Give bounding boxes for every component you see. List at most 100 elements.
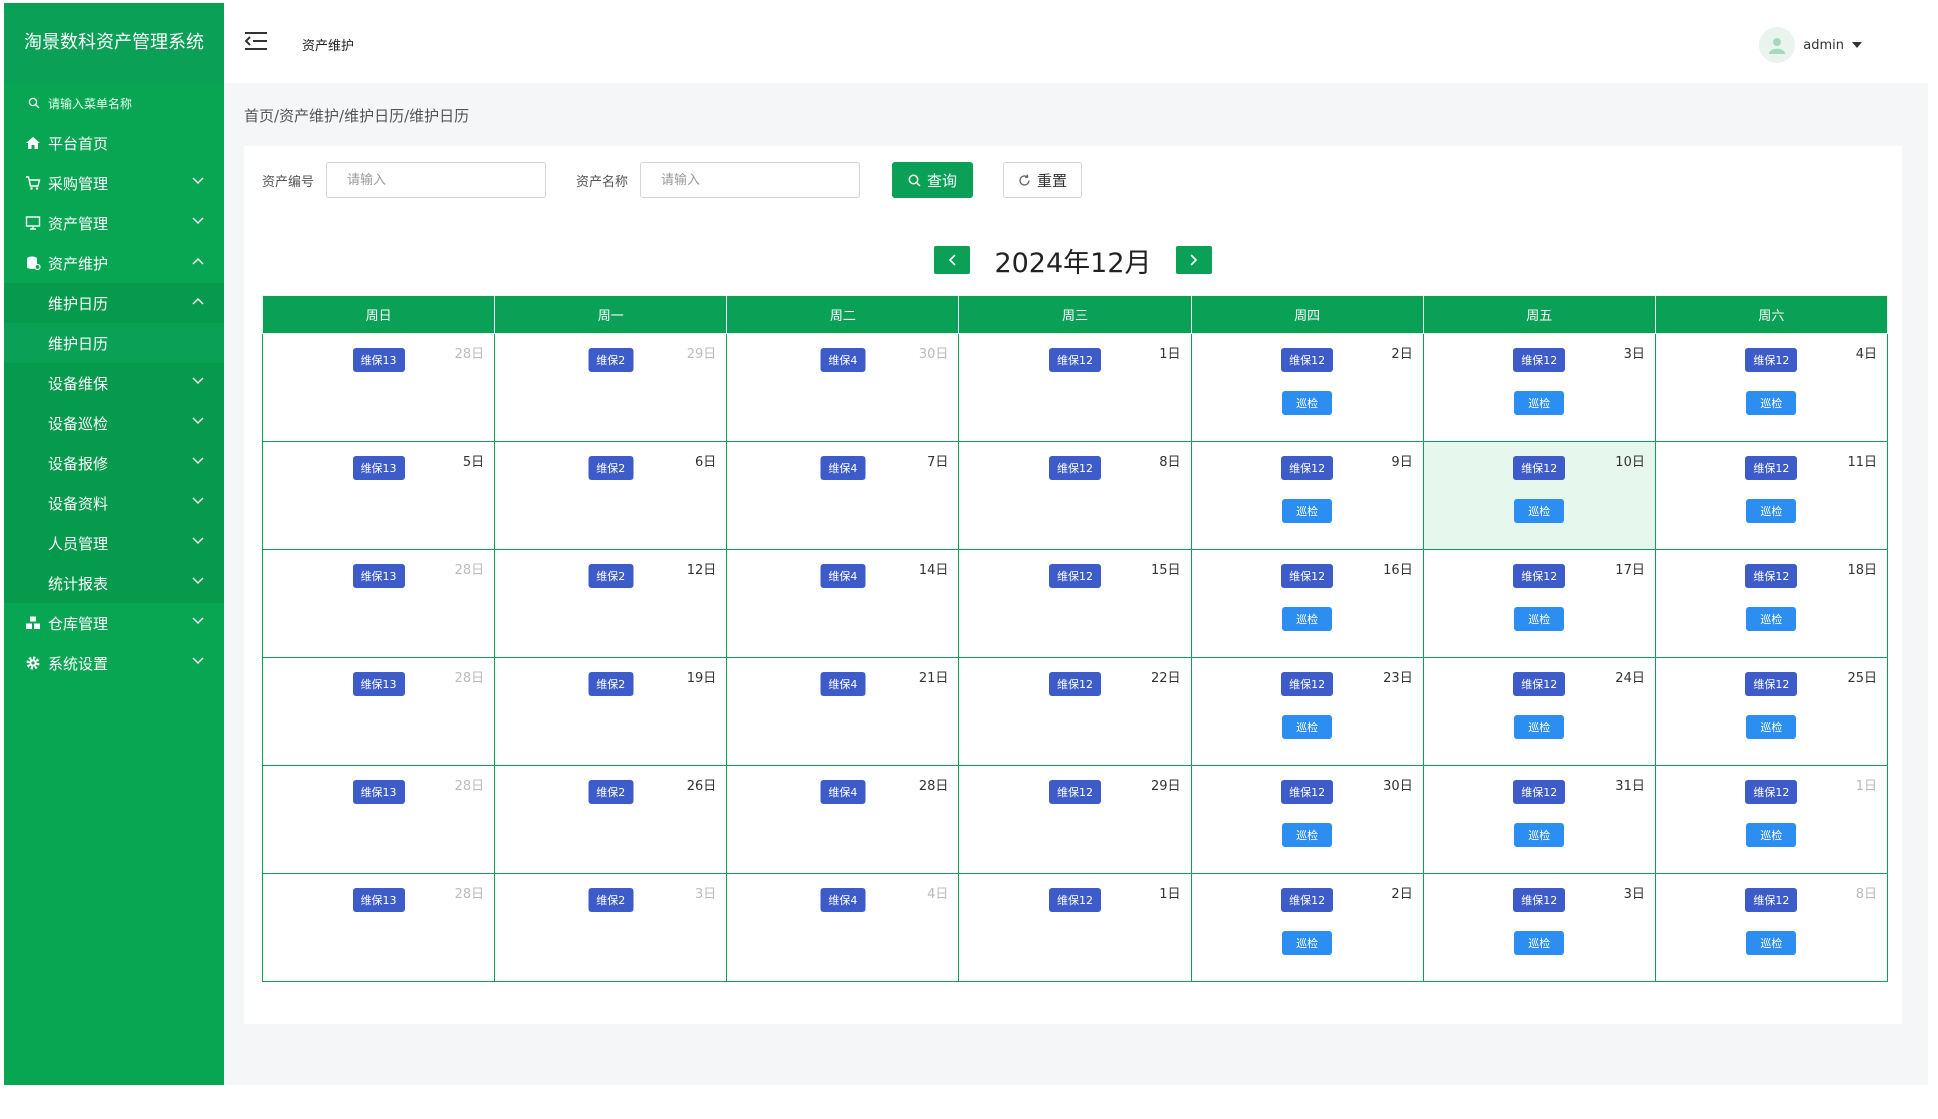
maintenance-event-badge[interactable]: 维保12 bbox=[1048, 456, 1101, 480]
maintenance-event-badge[interactable]: 维保4 bbox=[820, 780, 866, 804]
maintenance-event-badge[interactable]: 维保12 bbox=[1745, 348, 1798, 372]
maintenance-event-badge[interactable]: 维保4 bbox=[820, 672, 866, 696]
inspection-event-badge[interactable]: 巡检 bbox=[1282, 715, 1333, 739]
inspection-event-badge[interactable]: 巡检 bbox=[1746, 607, 1797, 631]
inspection-event-badge[interactable]: 巡检 bbox=[1514, 931, 1565, 955]
menu-collapse-icon[interactable] bbox=[244, 31, 268, 51]
maintenance-event-badge[interactable]: 维保12 bbox=[1048, 672, 1101, 696]
next-month-button[interactable] bbox=[1175, 246, 1212, 274]
calendar-day-cell[interactable]: 2日 维保12 巡检 bbox=[1190, 333, 1424, 442]
inspection-event-badge[interactable]: 巡检 bbox=[1282, 931, 1333, 955]
calendar-day-cell[interactable]: 6日 维保2 bbox=[494, 441, 728, 550]
maintenance-event-badge[interactable]: 维保12 bbox=[1513, 672, 1566, 696]
maintenance-event-badge[interactable]: 维保12 bbox=[1281, 564, 1334, 588]
inspection-event-badge[interactable]: 巡检 bbox=[1746, 715, 1797, 739]
maintenance-event-badge[interactable]: 维保12 bbox=[1048, 780, 1101, 804]
calendar-day-cell[interactable]: 8日 维保12 巡检 bbox=[1654, 873, 1889, 982]
calendar-day-cell[interactable]: 28日 维保4 bbox=[726, 765, 960, 874]
maintenance-event-badge[interactable]: 维保2 bbox=[588, 456, 634, 480]
calendar-day-cell[interactable]: 15日 维保12 bbox=[958, 549, 1192, 658]
calendar-day-cell[interactable]: 19日 维保2 bbox=[494, 657, 728, 766]
maintenance-event-badge[interactable]: 维保13 bbox=[352, 780, 405, 804]
maintenance-event-badge[interactable]: 维保2 bbox=[588, 780, 634, 804]
inspection-event-badge[interactable]: 巡检 bbox=[1514, 499, 1565, 523]
maintenance-event-badge[interactable]: 维保13 bbox=[352, 564, 405, 588]
calendar-day-cell[interactable]: 11日 维保12 巡检 bbox=[1654, 441, 1889, 550]
calendar-day-cell[interactable]: 1日 维保12 bbox=[958, 873, 1192, 982]
maintenance-event-badge[interactable]: 维保4 bbox=[820, 456, 866, 480]
sidebar-item-purchase[interactable]: 采购管理 bbox=[4, 163, 224, 203]
sidebar-item-inspection[interactable]: 设备巡检 bbox=[4, 403, 224, 443]
maintenance-event-badge[interactable]: 维保12 bbox=[1745, 780, 1798, 804]
calendar-day-cell[interactable]: 29日 维保12 bbox=[958, 765, 1192, 874]
maintenance-event-badge[interactable]: 维保12 bbox=[1281, 780, 1334, 804]
inspection-event-badge[interactable]: 巡检 bbox=[1514, 715, 1565, 739]
calendar-day-cell[interactable]: 7日 维保4 bbox=[726, 441, 960, 550]
calendar-day-cell[interactable]: 29日 维保2 bbox=[494, 333, 728, 442]
calendar-day-cell[interactable]: 17日 维保12 巡检 bbox=[1422, 549, 1656, 658]
maintenance-event-badge[interactable]: 维保12 bbox=[1745, 456, 1798, 480]
maintenance-event-badge[interactable]: 维保12 bbox=[1513, 456, 1566, 480]
maintenance-event-badge[interactable]: 维保12 bbox=[1281, 348, 1334, 372]
reset-button[interactable]: 重置 bbox=[1003, 162, 1083, 198]
maintenance-event-badge[interactable]: 维保13 bbox=[352, 348, 405, 372]
calendar-day-cell[interactable]: 28日 维保13 bbox=[261, 333, 496, 442]
maintenance-event-badge[interactable]: 维保4 bbox=[820, 888, 866, 912]
maintenance-event-badge[interactable]: 维保12 bbox=[1745, 564, 1798, 588]
maintenance-event-badge[interactable]: 维保12 bbox=[1281, 672, 1334, 696]
maintenance-event-badge[interactable]: 维保12 bbox=[1513, 564, 1566, 588]
maintenance-event-badge[interactable]: 维保12 bbox=[1745, 888, 1798, 912]
calendar-day-cell[interactable]: 3日 维保12 巡检 bbox=[1422, 873, 1656, 982]
inspection-event-badge[interactable]: 巡检 bbox=[1282, 499, 1333, 523]
maintenance-event-badge[interactable]: 维保2 bbox=[588, 888, 634, 912]
maintenance-event-badge[interactable]: 维保4 bbox=[820, 564, 866, 588]
calendar-day-cell[interactable]: 28日 维保13 bbox=[261, 657, 496, 766]
maintenance-event-badge[interactable]: 维保4 bbox=[820, 348, 866, 372]
inspection-event-badge[interactable]: 巡检 bbox=[1282, 391, 1333, 415]
calendar-day-cell[interactable]: 30日 维保4 bbox=[726, 333, 960, 442]
calendar-day-today[interactable]: 10日 维保12 巡检 bbox=[1422, 441, 1656, 550]
calendar-day-cell[interactable]: 12日 维保2 bbox=[494, 549, 728, 658]
maintenance-event-badge[interactable]: 维保12 bbox=[1048, 348, 1101, 372]
maintenance-event-badge[interactable]: 维保2 bbox=[588, 348, 634, 372]
sidebar-item-documents[interactable]: 设备资料 bbox=[4, 483, 224, 523]
calendar-day-cell[interactable]: 9日 维保12 巡检 bbox=[1190, 441, 1424, 550]
query-button[interactable]: 查询 bbox=[892, 162, 974, 198]
maintenance-event-badge[interactable]: 维保13 bbox=[352, 672, 405, 696]
calendar-day-cell[interactable]: 3日 维保12 巡检 bbox=[1422, 333, 1656, 442]
calendar-day-cell[interactable]: 30日 维保12 巡检 bbox=[1190, 765, 1424, 874]
sidebar-item-warehouse[interactable]: 仓库管理 bbox=[4, 603, 224, 643]
asset-code-input[interactable] bbox=[326, 162, 547, 198]
calendar-day-cell[interactable]: 18日 维保12 巡检 bbox=[1654, 549, 1889, 658]
inspection-event-badge[interactable]: 巡检 bbox=[1746, 499, 1797, 523]
sidebar-item-calendar-active[interactable]: 维护日历 bbox=[4, 323, 224, 363]
inspection-event-badge[interactable]: 巡检 bbox=[1514, 607, 1565, 631]
sidebar-item-reports[interactable]: 统计报表 bbox=[4, 563, 224, 603]
maintenance-event-badge[interactable]: 维保13 bbox=[352, 888, 405, 912]
prev-month-button[interactable] bbox=[934, 246, 971, 274]
calendar-day-cell[interactable]: 26日 维保2 bbox=[494, 765, 728, 874]
inspection-event-badge[interactable]: 巡检 bbox=[1746, 391, 1797, 415]
maintenance-event-badge[interactable]: 维保12 bbox=[1281, 888, 1334, 912]
inspection-event-badge[interactable]: 巡检 bbox=[1746, 823, 1797, 847]
calendar-day-cell[interactable]: 22日 维保12 bbox=[958, 657, 1192, 766]
calendar-day-cell[interactable]: 28日 维保13 bbox=[261, 873, 496, 982]
calendar-day-cell[interactable]: 2日 维保12 巡检 bbox=[1190, 873, 1424, 982]
calendar-day-cell[interactable]: 31日 维保12 巡检 bbox=[1422, 765, 1656, 874]
sidebar-item-settings[interactable]: 系统设置 bbox=[4, 643, 224, 683]
calendar-day-cell[interactable]: 3日 维保2 bbox=[494, 873, 728, 982]
calendar-day-cell[interactable]: 28日 维保13 bbox=[261, 765, 496, 874]
calendar-day-cell[interactable]: 1日 维保12 巡检 bbox=[1654, 765, 1889, 874]
calendar-day-cell[interactable]: 14日 维保4 bbox=[726, 549, 960, 658]
maintenance-event-badge[interactable]: 维保13 bbox=[352, 456, 405, 480]
calendar-day-cell[interactable]: 8日 维保12 bbox=[958, 441, 1192, 550]
asset-name-input[interactable] bbox=[640, 162, 861, 198]
calendar-day-cell[interactable]: 28日 维保13 bbox=[261, 549, 496, 658]
sidebar-item-upkeep[interactable]: 设备维保 bbox=[4, 363, 224, 403]
inspection-event-badge[interactable]: 巡检 bbox=[1514, 823, 1565, 847]
maintenance-event-badge[interactable]: 维保12 bbox=[1513, 888, 1566, 912]
calendar-day-cell[interactable]: 4日 维保12 巡检 bbox=[1654, 333, 1889, 442]
calendar-day-cell[interactable]: 21日 维保4 bbox=[726, 657, 960, 766]
maintenance-event-badge[interactable]: 维保12 bbox=[1745, 672, 1798, 696]
calendar-day-cell[interactable]: 25日 维保12 巡检 bbox=[1654, 657, 1889, 766]
